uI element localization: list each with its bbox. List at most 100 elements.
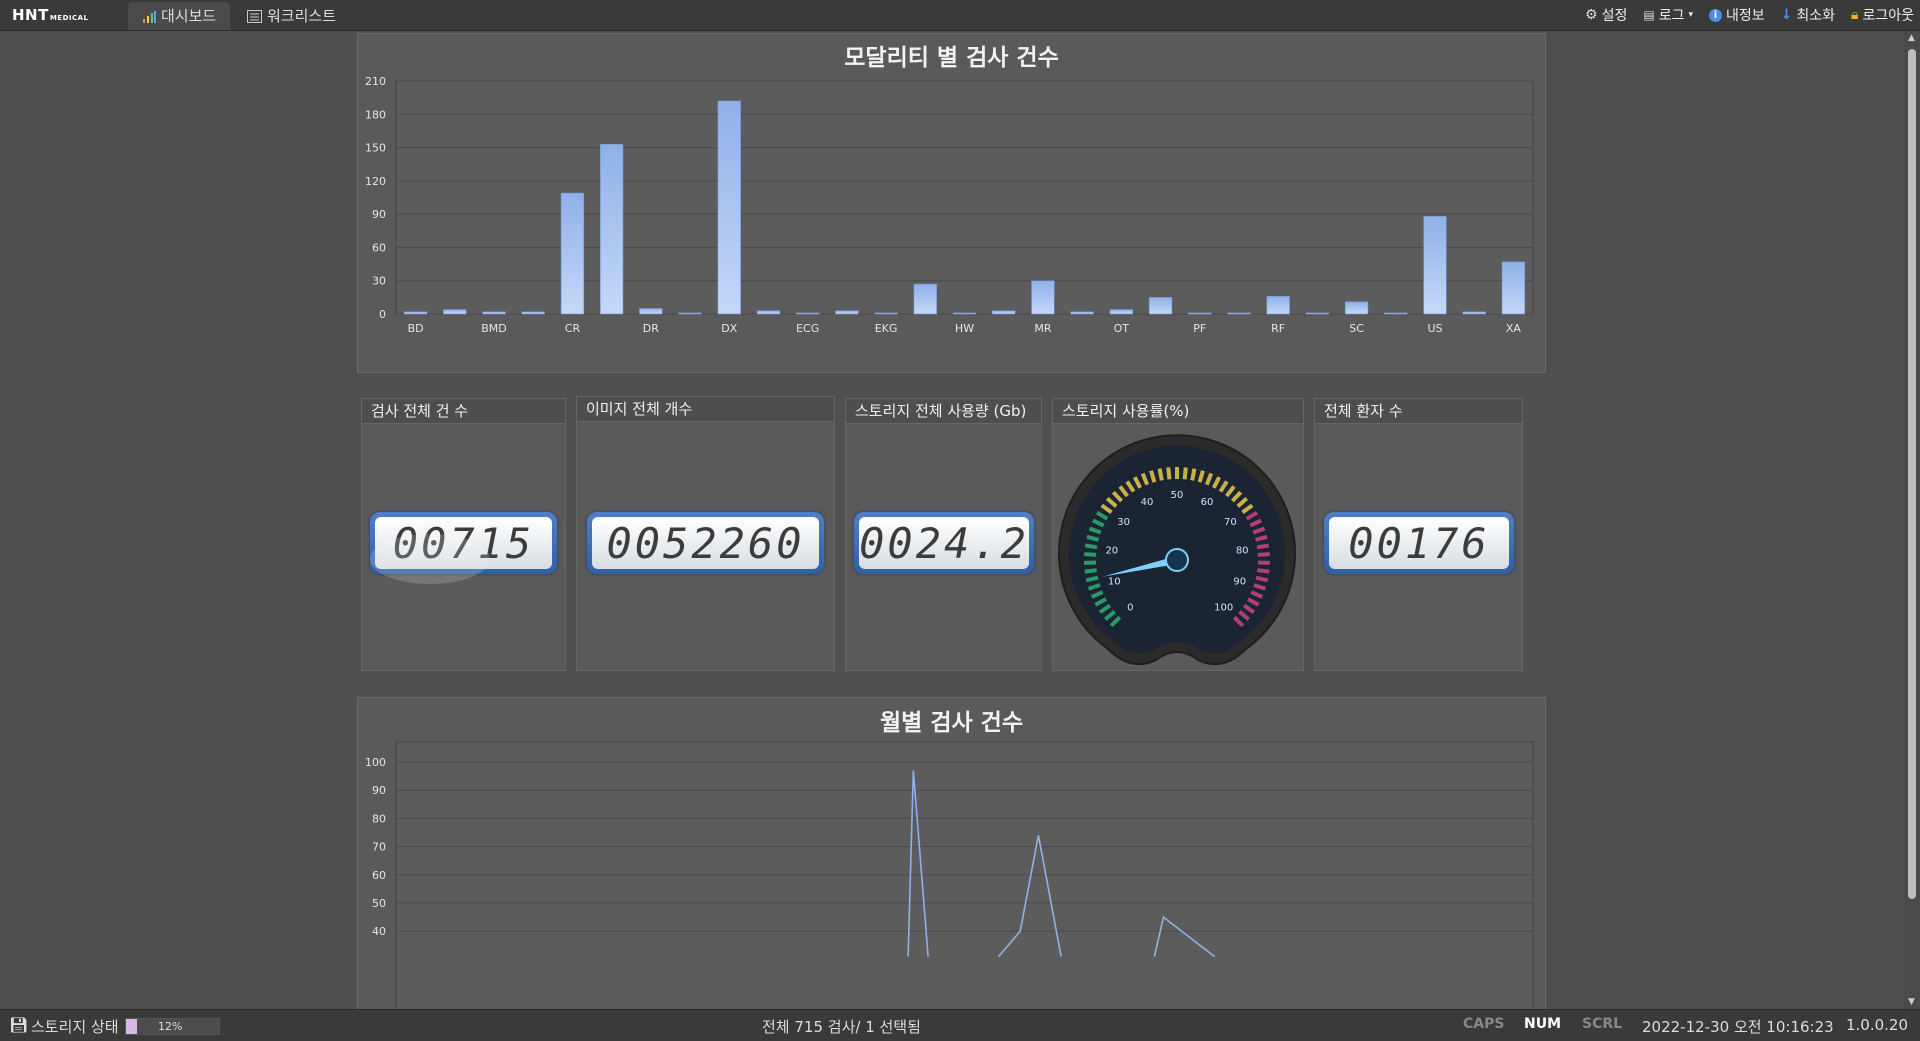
total-images-value: 0052260 bbox=[592, 517, 819, 569]
x-tick-label: PF bbox=[1193, 322, 1206, 335]
menu-minimize-label: 최소화 bbox=[1796, 5, 1835, 25]
tile-title: 스토리지 전체 사용량 (Gb) bbox=[845, 398, 1042, 424]
tab-worklist[interactable]: 워크리스트 bbox=[233, 2, 350, 30]
bar bbox=[679, 313, 702, 314]
vertical-scrollbar[interactable]: ▲ ▼ bbox=[1904, 31, 1920, 1009]
storage-gauge: 0102030405060708090100 bbox=[1053, 424, 1303, 670]
bar bbox=[600, 144, 623, 314]
menu-logout-label: 로그아웃 bbox=[1862, 5, 1914, 25]
bar bbox=[757, 311, 780, 314]
status-bar: 💾︎ 스토리지 상태 12% 전체 715 검사/ 1 선택됨 CAPS NUM… bbox=[0, 1009, 1920, 1041]
gauge-tick bbox=[1185, 467, 1186, 479]
x-tick-label: US bbox=[1427, 322, 1442, 335]
lcd-display: 0052260 bbox=[587, 512, 824, 574]
total-patients-value: 00176 bbox=[1329, 517, 1509, 569]
bar bbox=[1267, 296, 1290, 314]
num-indicator: NUM bbox=[1524, 1016, 1561, 1032]
arrow-down-icon: ↓ bbox=[1781, 7, 1793, 23]
scrollbar-thumb[interactable] bbox=[1908, 49, 1916, 899]
x-tick-label: BMD bbox=[481, 322, 507, 335]
gauge-tick bbox=[1257, 545, 1269, 547]
y-tick-label: 180 bbox=[365, 108, 386, 121]
bar bbox=[561, 193, 584, 314]
bar bbox=[992, 311, 1015, 314]
chevron-down-icon: ▾ bbox=[1688, 10, 1693, 20]
y-tick-label: 210 bbox=[365, 75, 386, 88]
lock-icon: 🔒︎ bbox=[1851, 7, 1858, 23]
bar bbox=[1149, 297, 1172, 314]
gauge-tick-label: 50 bbox=[1171, 490, 1184, 501]
lcd-display: 0024.2 bbox=[854, 512, 1034, 574]
bar bbox=[483, 312, 506, 314]
tile-body: 0024.2 bbox=[845, 423, 1042, 671]
total-images-tile: 이미지 전체 개수 0052260 bbox=[576, 396, 835, 671]
x-tick-label: CR bbox=[565, 322, 581, 335]
tile-body: 0102030405060708090100 bbox=[1052, 423, 1304, 671]
gauge-tick bbox=[1258, 554, 1270, 555]
gauge-tick bbox=[1084, 554, 1096, 555]
gauge-tick-label: 0 bbox=[1127, 603, 1133, 614]
bar bbox=[953, 313, 976, 314]
summary-text: 전체 715 검사/ 1 선택됨 bbox=[762, 1016, 921, 1037]
bar bbox=[443, 310, 466, 314]
y-tick-label: 70 bbox=[372, 841, 386, 854]
gauge-tick-label: 90 bbox=[1233, 576, 1246, 587]
storage-status-label: 스토리지 상태 bbox=[31, 1016, 119, 1037]
modality-chart-panel: 모달리티 별 검사 건수 0306090120150180210BDBMDCRD… bbox=[357, 33, 1546, 373]
bar bbox=[875, 313, 898, 314]
tile-body: 00176 bbox=[1314, 423, 1523, 671]
monthly-line-chart: 405060708090100 bbox=[358, 736, 1545, 1010]
total-patients-tile: 전체 환자 수 00176 bbox=[1314, 398, 1523, 671]
bar bbox=[1424, 216, 1447, 314]
bar bbox=[1110, 310, 1133, 314]
scroll-down-icon[interactable]: ▼ bbox=[1908, 997, 1915, 1007]
y-tick-label: 30 bbox=[372, 275, 386, 288]
gauge-tick-label: 70 bbox=[1224, 517, 1237, 528]
bar-chart-icon bbox=[142, 10, 156, 24]
tile-title: 전체 환자 수 bbox=[1314, 398, 1523, 424]
top-menu: ⚙설정 ▤ 로그▾ i내정보 ↓최소화 🔒︎로그아웃 bbox=[1585, 0, 1914, 30]
version: 1.0.0.20 bbox=[1846, 1016, 1908, 1034]
menu-log[interactable]: ▤ 로그▾ bbox=[1643, 5, 1693, 25]
bar bbox=[718, 101, 741, 314]
scroll-up-icon[interactable]: ▲ bbox=[1908, 33, 1915, 43]
bar bbox=[404, 312, 427, 314]
storage-rate-tile: 스토리지 사용률(%) 0102030405060708090100 bbox=[1052, 398, 1304, 671]
y-tick-label: 90 bbox=[372, 784, 386, 797]
gauge-tick-label: 20 bbox=[1105, 546, 1118, 557]
menu-settings[interactable]: ⚙설정 bbox=[1585, 5, 1627, 25]
tab-dashboard[interactable]: 대시보드 bbox=[128, 2, 230, 30]
menu-log-label: 로그 bbox=[1659, 5, 1685, 25]
tile-body: 0052260 bbox=[576, 421, 835, 671]
app-logo: HNTMEDICAL bbox=[12, 6, 89, 24]
bar bbox=[522, 312, 545, 314]
menu-minimize[interactable]: ↓최소화 bbox=[1781, 5, 1835, 25]
y-tick-label: 90 bbox=[372, 208, 386, 221]
modality-bar-chart: 0306090120150180210BDBMDCRDRDXECGEKGHWMR… bbox=[358, 70, 1545, 370]
gauge-tick-label: 100 bbox=[1214, 603, 1233, 614]
y-tick-label: 0 bbox=[379, 308, 386, 321]
tile-title: 이미지 전체 개수 bbox=[576, 396, 835, 422]
gauge-tick-label: 80 bbox=[1236, 546, 1249, 557]
top-bar: HNTMEDICAL 대시보드 워크리스트 ⚙설정 ▤ 로그▾ i내정보 ↓최소화… bbox=[0, 0, 1920, 31]
log-icon: ▤ bbox=[1643, 8, 1654, 22]
storage-used-value: 0024.2 bbox=[859, 517, 1029, 569]
bar bbox=[914, 284, 937, 314]
bar bbox=[1188, 313, 1211, 314]
menu-info[interactable]: i내정보 bbox=[1709, 5, 1765, 25]
x-tick-label: XA bbox=[1506, 322, 1522, 335]
x-tick-label: DX bbox=[721, 322, 737, 335]
bar bbox=[1502, 262, 1525, 314]
storage-used-tile: 스토리지 전체 사용량 (Gb) 0024.2 bbox=[845, 398, 1042, 671]
x-tick-label: DR bbox=[643, 322, 659, 335]
menu-logout[interactable]: 🔒︎로그아웃 bbox=[1851, 5, 1914, 25]
scrl-indicator: SCRL bbox=[1582, 1016, 1622, 1032]
y-tick-label: 50 bbox=[372, 897, 386, 910]
tab-dashboard-label: 대시보드 bbox=[161, 7, 216, 25]
bar bbox=[1306, 313, 1329, 314]
gauge-tick bbox=[1086, 578, 1098, 581]
bar bbox=[639, 308, 662, 314]
logo-text: HNT bbox=[12, 6, 49, 24]
y-tick-label: 150 bbox=[365, 142, 386, 155]
y-tick-label: 60 bbox=[372, 241, 386, 254]
